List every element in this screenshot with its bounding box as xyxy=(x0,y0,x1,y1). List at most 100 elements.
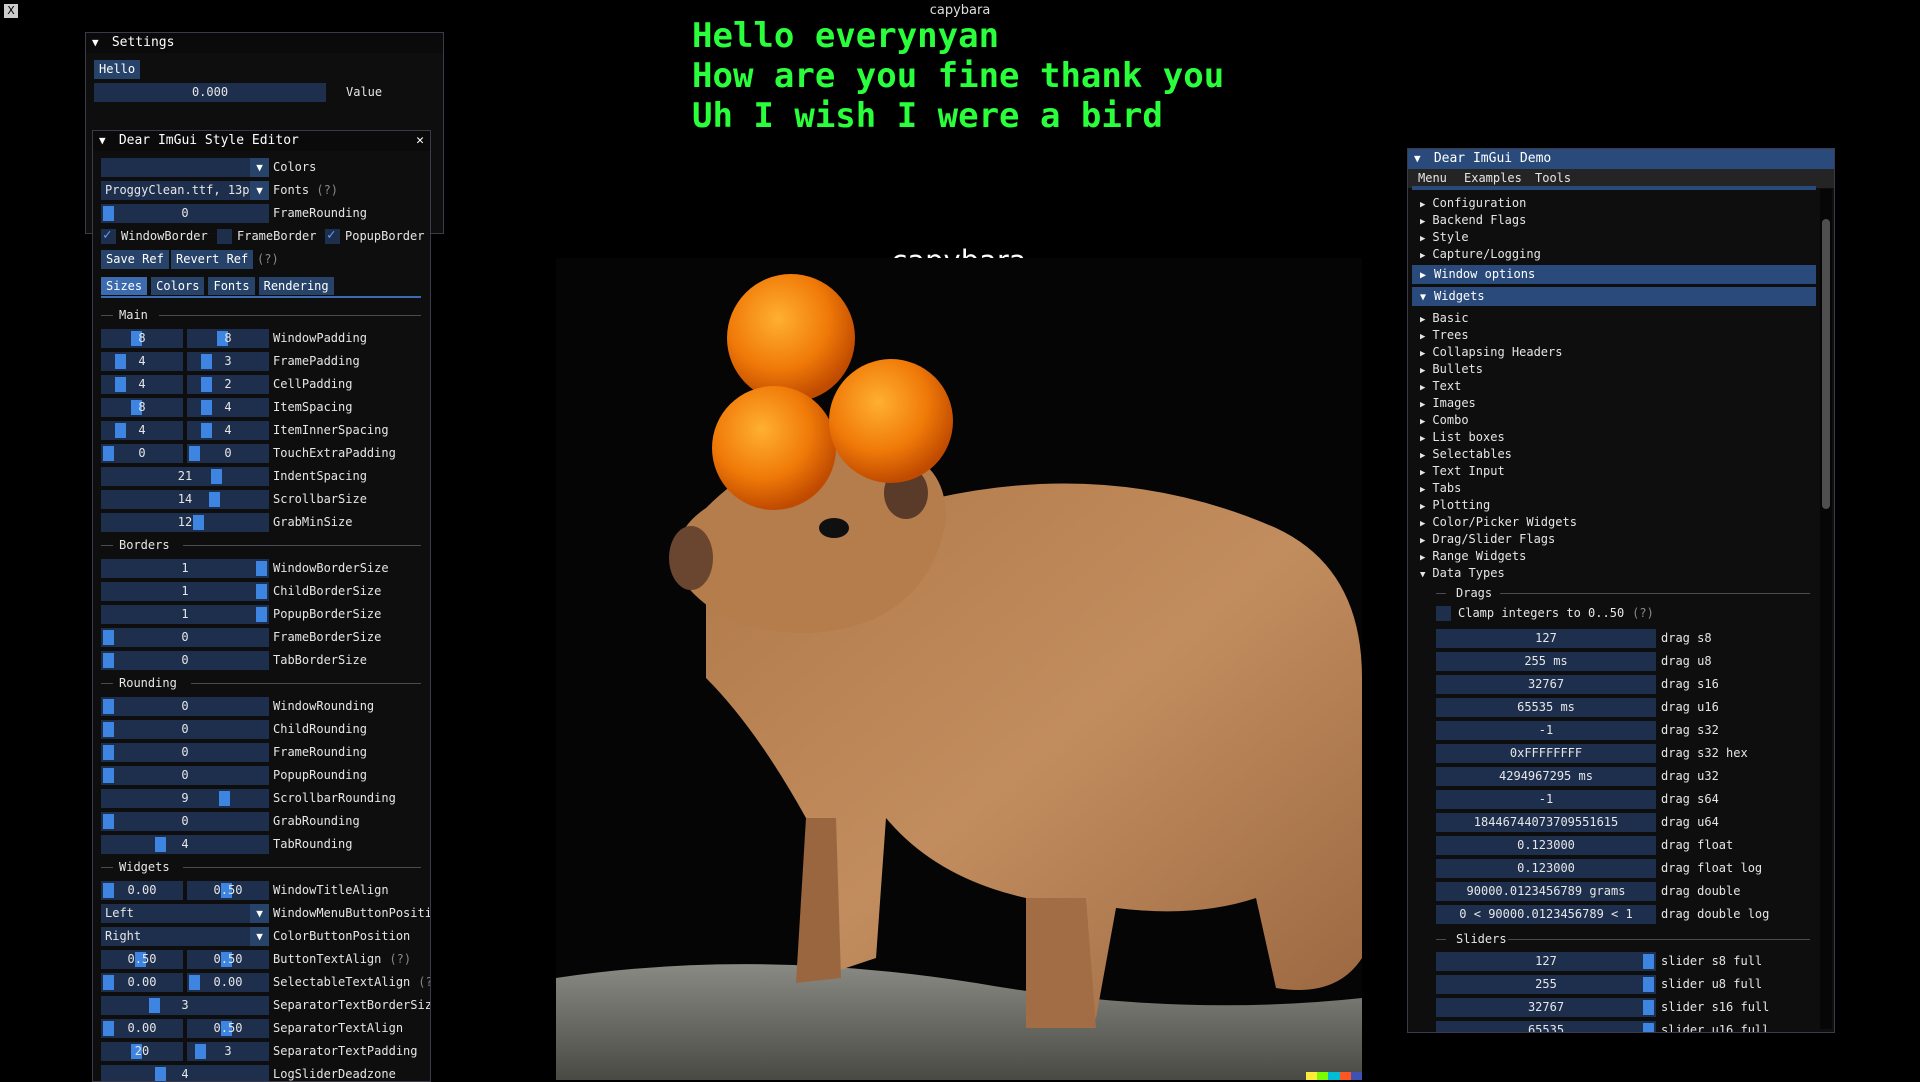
slider[interactable]: 0 xyxy=(101,651,269,670)
drag-field[interactable]: 255 ms xyxy=(1436,652,1656,671)
tree-closed-arrow-icon[interactable]: ▶ xyxy=(1420,200,1425,210)
drag-field[interactable]: 0 < 90000.0123456789 < 1 xyxy=(1436,905,1656,924)
slider-b[interactable]: 0.50 xyxy=(187,1019,269,1038)
slider-b[interactable]: 3 xyxy=(187,352,269,371)
slider-b[interactable]: 0.50 xyxy=(187,950,269,969)
popup-border-checkbox[interactable] xyxy=(325,227,340,244)
drag-field[interactable]: 0.123000 xyxy=(1436,836,1656,855)
chevron-down-icon[interactable]: ▼ xyxy=(250,158,269,177)
slider-grab[interactable] xyxy=(103,1021,114,1036)
slider[interactable]: 0 xyxy=(101,628,269,647)
tree-closed-arrow-icon[interactable]: ▶ xyxy=(1420,400,1425,410)
slider[interactable]: 0 xyxy=(101,812,269,831)
slider[interactable]: 14 xyxy=(101,490,269,509)
slider-grab[interactable] xyxy=(103,446,114,461)
tab-colors[interactable]: Colors xyxy=(151,277,205,295)
combo[interactable]: Left ▼ xyxy=(101,904,269,923)
tree-open-arrow-icon[interactable]: ▼ xyxy=(1420,570,1425,580)
drag-field[interactable]: 4294967295 ms xyxy=(1436,767,1656,786)
help-marker[interactable]: (?) xyxy=(389,952,411,966)
slider-grab[interactable] xyxy=(103,814,114,829)
tree-closed-arrow-icon[interactable]: ▶ xyxy=(1420,315,1425,325)
tree-closed-arrow-icon[interactable]: ▶ xyxy=(1420,451,1425,461)
slider-grab[interactable] xyxy=(193,515,204,530)
tree-closed-arrow-icon[interactable]: ▶ xyxy=(1420,485,1425,495)
slider-b[interactable]: 0 xyxy=(187,444,269,463)
demo-scrollbar[interactable] xyxy=(1820,189,1832,1029)
scrollbar-grab[interactable] xyxy=(1822,219,1830,509)
fonts-help[interactable]: (?) xyxy=(316,183,338,197)
tab-rendering[interactable]: Rendering xyxy=(258,277,334,295)
collapse-arrow-icon[interactable]: ▼ xyxy=(99,131,111,151)
slider-field[interactable]: 32767 xyxy=(1436,998,1656,1017)
slider[interactable]: 1 xyxy=(101,559,269,578)
style-editor-titlebar[interactable]: ▼ Dear ImGui Style Editor ✕ xyxy=(93,131,430,151)
drag-field[interactable]: -1 xyxy=(1436,790,1656,809)
drag-field[interactable]: -1 xyxy=(1436,721,1656,740)
tree-closed-arrow-icon[interactable]: ▶ xyxy=(1420,468,1425,478)
slider[interactable]: 9 xyxy=(101,789,269,808)
drag-field[interactable]: 32767 xyxy=(1436,675,1656,694)
slider-grab[interactable] xyxy=(103,722,114,737)
tree-node[interactable]: ▶ Capture/Logging xyxy=(1420,246,1541,265)
slider-grab[interactable] xyxy=(201,423,212,438)
slider-b[interactable]: 8 xyxy=(187,329,269,348)
frame-border-checkbox[interactable] xyxy=(217,229,232,244)
slider-grab[interactable] xyxy=(155,837,166,852)
slider-a[interactable]: 4 xyxy=(101,375,183,394)
tree-closed-arrow-icon[interactable]: ▶ xyxy=(1420,383,1425,393)
tree-closed-arrow-icon[interactable]: ▶ xyxy=(1420,417,1425,427)
help-marker[interactable]: (?) xyxy=(257,250,279,269)
slider-a[interactable]: 0.00 xyxy=(101,1019,183,1038)
slider-grab[interactable] xyxy=(195,1044,206,1059)
slider-grab[interactable] xyxy=(256,561,267,576)
slider-grab[interactable] xyxy=(209,492,220,507)
slider-grab[interactable] xyxy=(115,423,126,438)
slider-grab[interactable] xyxy=(1643,954,1654,969)
chevron-down-icon[interactable]: ▼ xyxy=(250,904,269,923)
slider-grab[interactable] xyxy=(256,584,267,599)
slider-grab[interactable] xyxy=(256,607,267,622)
slider-a[interactable]: 0.50 xyxy=(101,950,183,969)
help-marker[interactable]: (? xyxy=(418,975,430,989)
tree-closed-arrow-icon[interactable]: ▶ xyxy=(1420,270,1426,281)
slider-a[interactable]: 8 xyxy=(101,329,183,348)
settings-titlebar[interactable]: ▼ Settings xyxy=(86,33,443,53)
slider-grab[interactable] xyxy=(201,354,212,369)
hello-button[interactable]: Hello xyxy=(94,60,141,79)
slider-grab[interactable] xyxy=(201,400,212,415)
slider[interactable]: 0 xyxy=(101,743,269,762)
drag-field[interactable]: 0.123000 xyxy=(1436,859,1656,878)
chevron-down-icon[interactable]: ▼ xyxy=(250,927,269,946)
window-border-checkbox[interactable] xyxy=(101,227,116,244)
window-options-header[interactable]: ▶ Window options xyxy=(1412,265,1816,284)
slider-grab[interactable] xyxy=(103,699,114,714)
slider-grab[interactable] xyxy=(103,883,114,898)
slider-grab[interactable] xyxy=(1643,1000,1654,1015)
slider-grab[interactable] xyxy=(219,791,230,806)
slider-grab[interactable] xyxy=(1643,1023,1654,1032)
slider-b[interactable]: 4 xyxy=(187,421,269,440)
fonts-combo[interactable]: ProggyClean.ttf, 13px ▼ xyxy=(101,181,269,200)
drag-field[interactable]: 65535 ms xyxy=(1436,698,1656,717)
tab-fonts[interactable]: Fonts xyxy=(208,277,255,295)
demo-titlebar[interactable]: ▼ Dear ImGui Demo xyxy=(1408,149,1834,169)
chevron-down-icon[interactable]: ▼ xyxy=(250,181,269,200)
slider[interactable]: 12 xyxy=(101,513,269,532)
combo[interactable]: Right ▼ xyxy=(101,927,269,946)
slider-grab[interactable] xyxy=(189,975,200,990)
slider-grab[interactable] xyxy=(189,446,200,461)
save-ref-button[interactable]: Save Ref xyxy=(101,250,169,269)
slider-grab[interactable] xyxy=(1643,977,1654,992)
slider-a[interactable]: 0.00 xyxy=(101,881,183,900)
tree-closed-arrow-icon[interactable]: ▶ xyxy=(1420,234,1425,244)
slider[interactable]: 0 xyxy=(101,766,269,785)
slider-a[interactable]: 8 xyxy=(101,398,183,417)
frame-rounding-slider[interactable]: 0 xyxy=(101,204,269,223)
slider[interactable]: 4 xyxy=(101,1065,269,1081)
drag-field[interactable]: 18446744073709551615 xyxy=(1436,813,1656,832)
slider-b[interactable]: 0.00 xyxy=(187,973,269,992)
tree-closed-arrow-icon[interactable]: ▶ xyxy=(1420,251,1425,261)
tree-closed-arrow-icon[interactable]: ▶ xyxy=(1420,434,1425,444)
drag-field[interactable]: 0xFFFFFFFF xyxy=(1436,744,1656,763)
